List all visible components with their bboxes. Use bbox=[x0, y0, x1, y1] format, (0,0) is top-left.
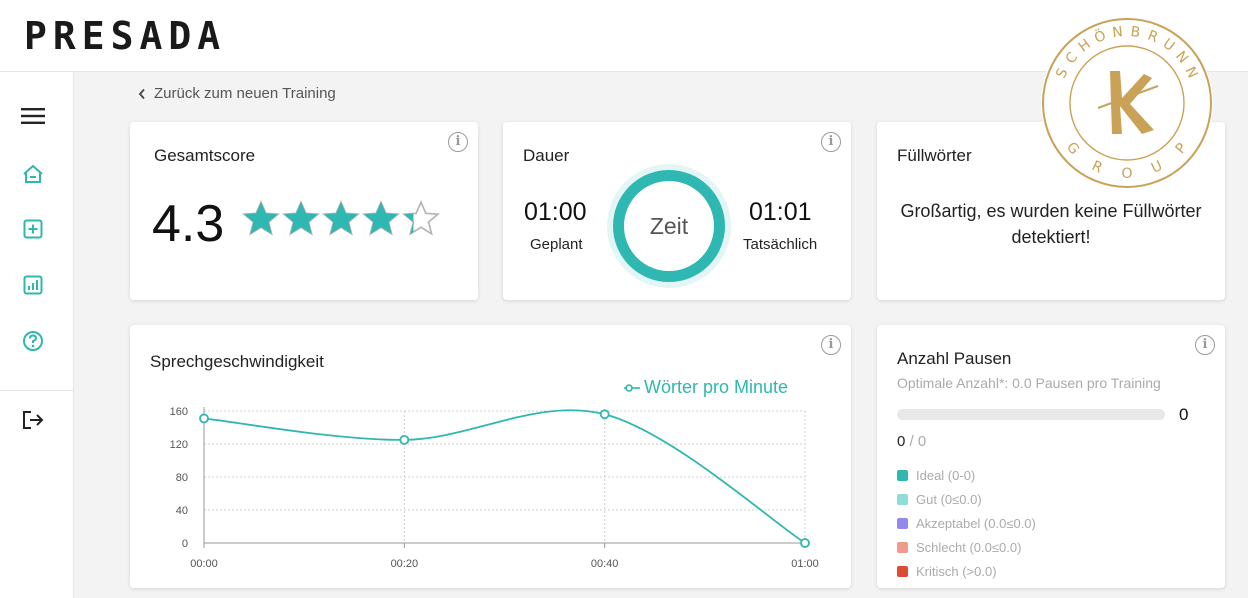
menu-icon bbox=[21, 108, 45, 124]
filler-words-title: Füllwörter bbox=[897, 146, 972, 165]
back-link[interactable]: Zurück zum neuen Training bbox=[138, 85, 336, 102]
pauses-legend-item: Schlecht (0.0≤0.0) bbox=[897, 535, 1036, 559]
x-tick-label: 00:20 bbox=[391, 558, 419, 570]
star-icon bbox=[402, 200, 440, 236]
back-link-label: Zurück zum neuen Training bbox=[154, 85, 336, 102]
pauses-ratio-numerator: 0 bbox=[897, 433, 906, 450]
time-ring-label: Zeit bbox=[613, 170, 725, 282]
data-point[interactable] bbox=[800, 538, 810, 548]
data-point[interactable] bbox=[399, 434, 410, 445]
score-value: 4.3 bbox=[152, 195, 225, 253]
actual-duration-value: 01:01 bbox=[749, 198, 812, 226]
duration-card: Dauer i 01:00 Geplant Zeit 01:01 Tatsäch… bbox=[503, 122, 851, 300]
pauses-card: Anzahl Pausen i Optimale Anzahl*: 0.0 Pa… bbox=[877, 325, 1225, 588]
data-point[interactable] bbox=[599, 409, 610, 420]
sidebar bbox=[0, 72, 74, 598]
svg-text:O: O bbox=[1121, 166, 1132, 182]
sidebar-item-help[interactable] bbox=[17, 325, 49, 357]
x-tick-label: 00:00 bbox=[190, 558, 218, 570]
sidebar-item-home[interactable] bbox=[17, 158, 49, 190]
y-tick-label: 160 bbox=[170, 406, 188, 418]
star-icon bbox=[282, 200, 320, 236]
menu-button[interactable] bbox=[17, 100, 49, 132]
time-ring: Zeit bbox=[607, 164, 731, 288]
plus-square-icon bbox=[23, 219, 43, 239]
y-tick-label: 120 bbox=[170, 439, 188, 451]
chevron-left-icon bbox=[138, 88, 145, 99]
duration-title: Dauer bbox=[523, 146, 570, 165]
star-rating bbox=[242, 200, 440, 236]
schoenbrunn-group-seal: SCHÖ N B RUNNGR O UP bbox=[1041, 17, 1213, 189]
star-icon bbox=[362, 200, 400, 236]
speech-speed-card: Sprechgeschwindigkeit i Wörter pro Minut… bbox=[130, 325, 851, 588]
legend-label: Ideal (0-0) bbox=[916, 467, 976, 483]
pauses-legend-item: Akzeptabel (0.0≤0.0) bbox=[897, 511, 1036, 535]
pauses-ratio: 0 / 0 bbox=[897, 433, 926, 450]
legend-swatch bbox=[897, 493, 908, 505]
svg-text:B: B bbox=[1130, 24, 1143, 41]
chart-icon bbox=[23, 275, 43, 295]
pauses-subtitle: Optimale Anzahl*: 0.0 Pausen pro Trainin… bbox=[897, 375, 1161, 391]
data-point[interactable] bbox=[199, 413, 209, 424]
legend-label: Schlecht (0.0≤0.0) bbox=[916, 539, 1022, 555]
legend-swatch bbox=[897, 565, 908, 577]
pauses-legend-item: Ideal (0-0) bbox=[897, 463, 1036, 487]
pauses-legend-item: Kritisch (>0.0) bbox=[897, 559, 1036, 583]
y-tick-label: 80 bbox=[176, 472, 188, 484]
pauses-ratio-separator: / bbox=[909, 433, 914, 450]
pauses-info-icon[interactable]: i bbox=[1195, 335, 1215, 355]
speech-speed-info-icon[interactable]: i bbox=[821, 335, 841, 355]
y-tick-label: 0 bbox=[182, 538, 188, 550]
legend-swatch bbox=[897, 517, 908, 529]
pauses-legend-item: Gut (0≤0.0) bbox=[897, 487, 1036, 511]
pauses-legend: Ideal (0-0) Gut (0≤0.0) Akzeptabel (0.0≤0.… bbox=[897, 463, 1036, 583]
pauses-progress-bar bbox=[897, 409, 1165, 420]
pauses-count: 0 bbox=[1179, 405, 1189, 424]
sidebar-item-reports[interactable] bbox=[17, 269, 49, 301]
score-info-icon[interactable]: i bbox=[448, 132, 468, 152]
x-tick-label: 01:00 bbox=[791, 558, 819, 570]
presada-logo[interactable]: PRESADA bbox=[24, 14, 226, 58]
help-icon bbox=[23, 331, 43, 351]
score-title: Gesamtscore bbox=[154, 146, 256, 165]
legend-label: Akzeptabel (0.0≤0.0) bbox=[916, 515, 1036, 531]
score-card: Gesamtscore i 4.3 bbox=[130, 122, 478, 300]
speech-speed-title: Sprechgeschwindigkeit bbox=[150, 352, 324, 371]
legend-swatch bbox=[897, 469, 908, 481]
sidebar-item-new-training[interactable] bbox=[17, 213, 49, 245]
sidebar-divider bbox=[0, 390, 74, 391]
logout-icon bbox=[23, 411, 44, 429]
actual-duration-label: Tatsächlich bbox=[743, 236, 818, 253]
pauses-ratio-denominator: 0 bbox=[917, 433, 927, 450]
legend-line-marker-icon bbox=[624, 383, 640, 392]
legend-swatch bbox=[897, 541, 908, 553]
legend-label: Kritisch (>0.0) bbox=[916, 563, 997, 579]
duration-info-icon[interactable]: i bbox=[821, 132, 841, 152]
legend-label: Gut (0≤0.0) bbox=[916, 491, 982, 507]
star-icon bbox=[322, 200, 360, 236]
y-tick-label: 40 bbox=[176, 505, 188, 517]
planned-duration-value: 01:00 bbox=[524, 198, 587, 226]
filler-words-message: Großartig, es wurden keine Füllwörter de… bbox=[900, 201, 1202, 247]
speech-speed-chart: 160 120 80 40 000:00 00:20 00:40 01:00 bbox=[170, 406, 819, 570]
logout-button[interactable] bbox=[17, 404, 49, 436]
pauses-title: Anzahl Pausen bbox=[897, 349, 1012, 368]
x-tick-label: 00:40 bbox=[591, 558, 619, 570]
star-icon bbox=[242, 200, 280, 236]
planned-duration-label: Geplant bbox=[530, 236, 583, 253]
svg-text:N: N bbox=[1111, 24, 1124, 41]
home-icon bbox=[23, 164, 43, 183]
